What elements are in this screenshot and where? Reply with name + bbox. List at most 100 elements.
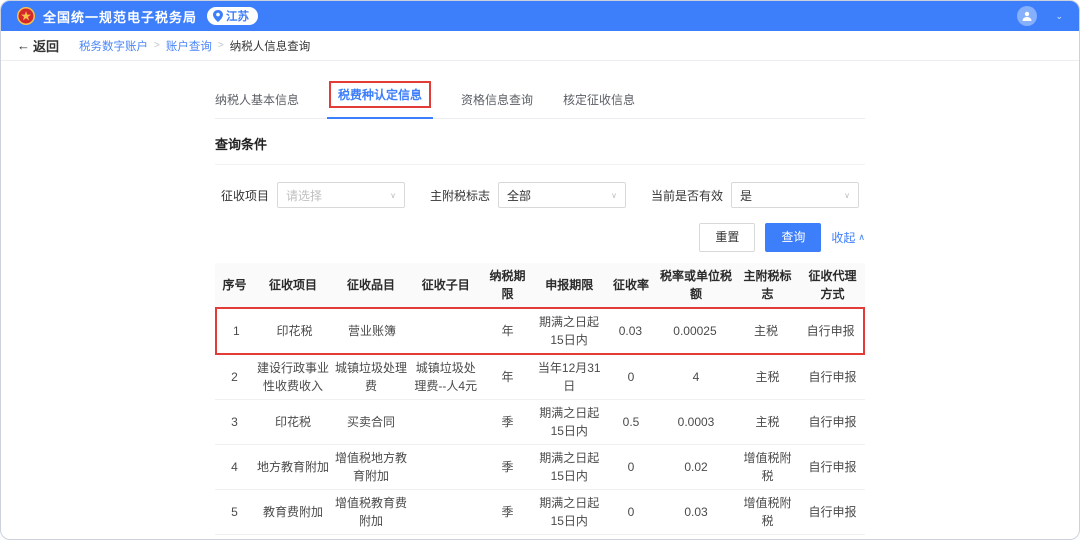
table-cell: 期满之日起15日内 bbox=[534, 490, 606, 534]
column-header-2: 征收品目 bbox=[332, 272, 410, 298]
table-cell: 季 bbox=[482, 454, 534, 480]
table-cell: 0.02 bbox=[657, 454, 735, 480]
table-row[interactable]: 2建设行政事业性收费收入城镇垃圾处理费城镇垃圾处理费--人4元年当年12月31日… bbox=[215, 355, 865, 400]
table-cell: 增值税教育费附加 bbox=[332, 490, 410, 534]
location-pin-icon bbox=[213, 10, 223, 22]
filter-label-2: 当前是否有效 bbox=[651, 187, 723, 204]
table-cell: 5 bbox=[215, 499, 254, 525]
table-header-row: 序号征收项目征收品目征收子目纳税期限申报期限征收率税率或单位税额主附税标志征收代… bbox=[215, 263, 865, 307]
column-header-8: 主附税标志 bbox=[735, 263, 800, 307]
app-window: 全国统一规范电子税务局 江苏 ⌄ ← 返回 税务数字账户>账户查询>纳税人信息查… bbox=[0, 0, 1080, 540]
table-cell: 主税 bbox=[734, 318, 799, 344]
column-header-9: 征收代理方式 bbox=[800, 263, 865, 307]
top-bar: 全国统一规范电子税务局 江苏 ⌄ bbox=[1, 1, 1079, 31]
filter-select-value-0: 请选择 bbox=[286, 187, 322, 204]
table-cell: 当年12月31日 bbox=[534, 355, 606, 399]
column-header-5: 申报期限 bbox=[534, 272, 606, 298]
query-section-title: 查询条件 bbox=[215, 119, 865, 165]
back-button[interactable]: ← 返回 bbox=[17, 36, 59, 55]
tab-3[interactable]: 核定征收信息 bbox=[563, 87, 635, 118]
user-avatar[interactable] bbox=[1017, 6, 1037, 26]
table-cell: 年 bbox=[482, 318, 534, 344]
filter-label-1: 主附税标志 bbox=[430, 187, 490, 204]
table-cell: 期满之日起15日内 bbox=[534, 400, 606, 444]
tab-bar: 纳税人基本信息 税费种认定信息 资格信息查询 核定征收信息 bbox=[215, 61, 865, 119]
table-cell: 自行申报 bbox=[800, 499, 865, 525]
region-badge-label: 江苏 bbox=[226, 8, 249, 24]
table-cell: 自行申报 bbox=[798, 318, 863, 344]
table-row[interactable]: 6城市维护建设税市区（增值税附征）季期满之日起15日内00.07增值税附税自行申… bbox=[215, 535, 865, 540]
table-cell: 市区（增值税附征） bbox=[332, 535, 410, 540]
filter-group-2: 当前是否有效是∨ bbox=[651, 182, 859, 208]
reset-button[interactable]: 重置 bbox=[699, 223, 755, 252]
account-menu-chevron-down-icon[interactable]: ⌄ bbox=[1055, 11, 1063, 22]
table-cell: 3 bbox=[215, 409, 254, 435]
table-cell: 期满之日起15日内 bbox=[534, 535, 606, 540]
table-row[interactable]: 5教育费附加增值税教育费附加季期满之日起15日内00.03增值税附税自行申报 bbox=[215, 490, 865, 535]
results-table: 序号征收项目征收品目征收子目纳税期限申报期限征收率税率或单位税额主附税标志征收代… bbox=[215, 263, 865, 540]
column-header-1: 征收项目 bbox=[254, 272, 332, 298]
table-cell: 季 bbox=[482, 409, 534, 435]
chevron-down-icon: ∨ bbox=[611, 191, 617, 200]
filter-select-1[interactable]: 全部 ∨ bbox=[498, 182, 626, 208]
table-body: 1印花税营业账簿年期满之日起15日内0.030.00025主税自行申报2建设行政… bbox=[215, 307, 865, 540]
action-row: 重置 查询 收起 ∧ bbox=[215, 208, 865, 263]
filter-select-0[interactable]: 请选择∨ bbox=[277, 182, 405, 208]
filter-row: 征收项目请选择∨ 主附税标志全部 ∨ 当前是否有效是∨ bbox=[215, 165, 865, 208]
table-cell: 增值税附税 bbox=[735, 535, 800, 540]
breadcrumb-item-0[interactable]: 税务数字账户 bbox=[79, 38, 148, 54]
table-cell: 年 bbox=[482, 364, 534, 390]
filter-label-0: 征收项目 bbox=[221, 187, 269, 204]
table-cell: 城镇垃圾处理费 bbox=[332, 355, 410, 399]
table-cell bbox=[410, 418, 482, 426]
breadcrumb-item-1[interactable]: 账户查询 bbox=[166, 38, 212, 54]
table-cell: 自行申报 bbox=[800, 364, 865, 390]
tab-0[interactable]: 纳税人基本信息 bbox=[215, 87, 299, 118]
column-header-3: 征收子目 bbox=[410, 272, 482, 298]
filter-group-0: 征收项目请选择∨ bbox=[221, 182, 405, 208]
table-cell: 自行申报 bbox=[800, 409, 865, 435]
table-cell: 教育费附加 bbox=[254, 499, 332, 525]
filter-select-value-2: 是 bbox=[740, 187, 752, 204]
breadcrumb-bar: ← 返回 税务数字账户>账户查询>纳税人信息查询 bbox=[1, 31, 1079, 61]
table-row[interactable]: 4地方教育附加增值税地方教育附加季期满之日起15日内00.02增值税附税自行申报 bbox=[215, 445, 865, 490]
table-cell: 0.03 bbox=[605, 318, 657, 344]
main-content: 纳税人基本信息税费种认定信息资格信息查询核定征收信息 查询条件 征收项目请选择∨… bbox=[215, 61, 865, 540]
table-cell: 城市维护建设税 bbox=[254, 535, 332, 540]
table-row[interactable]: 3印花税买卖合同季期满之日起15日内0.50.0003主税自行申报 bbox=[215, 400, 865, 445]
tab-label-3: 核定征收信息 bbox=[563, 93, 635, 107]
table-cell: 主税 bbox=[735, 364, 800, 390]
column-header-6: 征收率 bbox=[605, 272, 657, 298]
breadcrumb: 税务数字账户>账户查询>纳税人信息查询 bbox=[79, 38, 310, 54]
table-cell bbox=[411, 327, 482, 335]
person-icon bbox=[1021, 10, 1033, 22]
table-cell: 自行申报 bbox=[800, 454, 865, 480]
table-cell: 2 bbox=[215, 364, 254, 390]
search-button[interactable]: 查询 bbox=[765, 223, 821, 252]
table-cell: 0 bbox=[605, 499, 657, 525]
tab-2[interactable]: 资格信息查询 bbox=[461, 87, 533, 118]
chevron-up-icon: ∧ bbox=[858, 232, 865, 243]
filter-select-2[interactable]: 是∨ bbox=[731, 182, 859, 208]
app-title: 全国统一规范电子税务局 bbox=[43, 7, 197, 26]
table-cell: 期满之日起15日内 bbox=[534, 445, 606, 489]
table-cell: 城镇垃圾处理费--人4元 bbox=[410, 355, 482, 399]
back-button-label: 返回 bbox=[33, 36, 59, 55]
tab-label-2: 资格信息查询 bbox=[461, 93, 533, 107]
table-cell: 建设行政事业性收费收入 bbox=[254, 355, 332, 399]
tab-label-0: 纳税人基本信息 bbox=[215, 93, 299, 107]
table-cell: 地方教育附加 bbox=[254, 454, 332, 480]
table-cell: 季 bbox=[482, 499, 534, 525]
table-cell: 印花税 bbox=[254, 409, 332, 435]
breadcrumb-item-2: 纳税人信息查询 bbox=[230, 38, 311, 54]
table-cell: 0.0003 bbox=[657, 409, 735, 435]
table-cell: 1 bbox=[217, 318, 256, 344]
table-cell: 4 bbox=[215, 454, 254, 480]
breadcrumb-separator: > bbox=[218, 40, 224, 51]
collapse-link[interactable]: 收起 ∧ bbox=[831, 229, 865, 246]
table-cell: 营业账簿 bbox=[333, 318, 411, 344]
tab-1[interactable]: 税费种认定信息 bbox=[329, 77, 431, 118]
table-row[interactable]: 1印花税营业账簿年期满之日起15日内0.030.00025主税自行申报 bbox=[215, 307, 865, 355]
filter-select-value-1: 全部 bbox=[507, 187, 531, 204]
region-badge[interactable]: 江苏 bbox=[207, 7, 258, 25]
